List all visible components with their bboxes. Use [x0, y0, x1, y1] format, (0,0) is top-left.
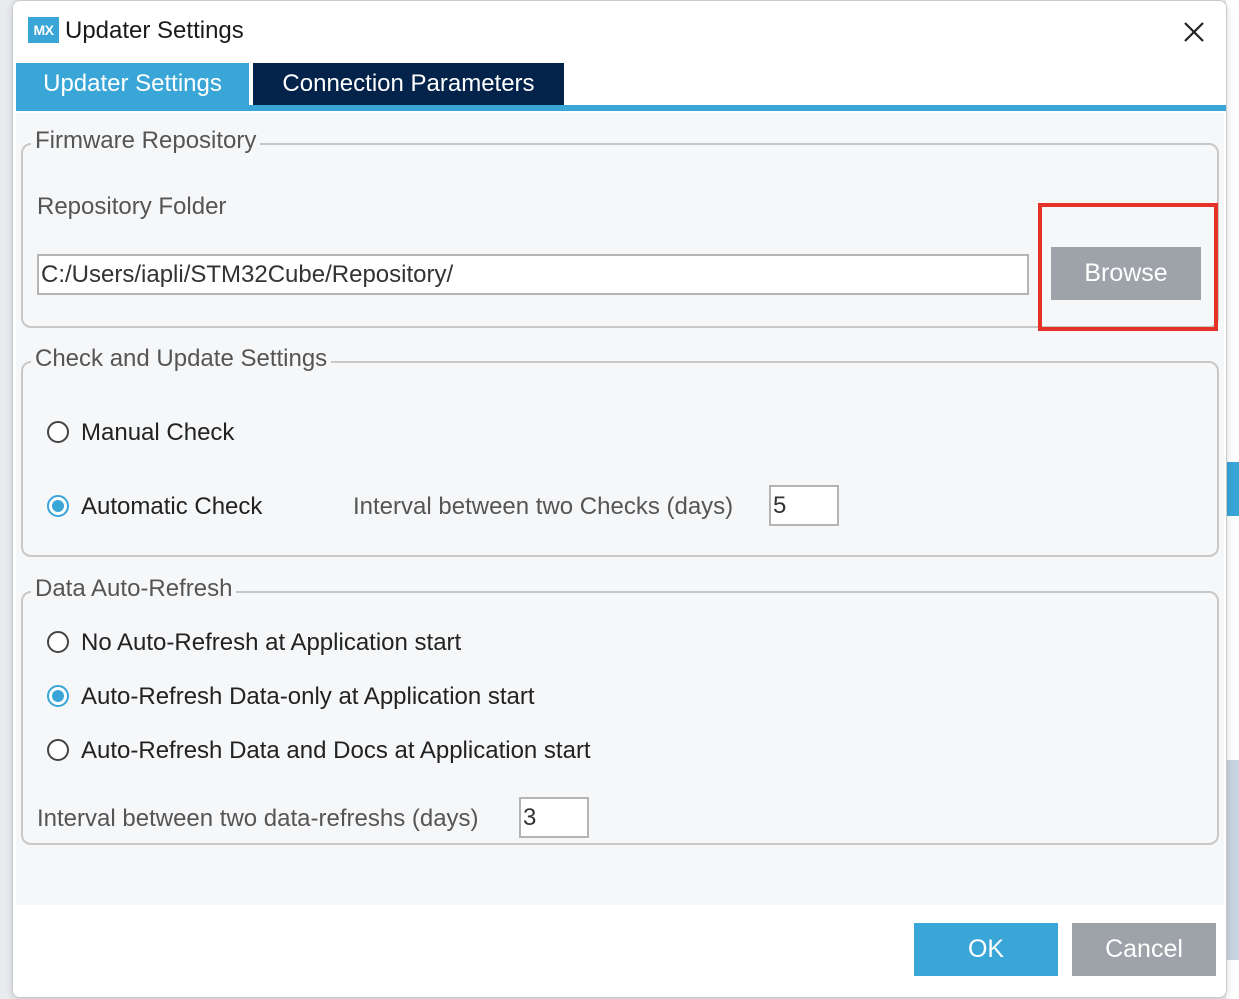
tab-updater-settings[interactable]: Updater Settings [16, 63, 249, 105]
updater-settings-dialog: MX Updater Settings Updater Settings Con… [12, 0, 1227, 998]
auto-refresh-data-only-label: Auto-Refresh Data-only at Application st… [81, 683, 535, 710]
tab-underline [16, 105, 1226, 111]
dialog-footer: OK Cancel [13, 905, 1226, 997]
repository-folder-label: Repository Folder [37, 193, 227, 220]
cancel-button[interactable]: Cancel [1072, 923, 1216, 976]
firmware-repository-legend: Firmware Repository [31, 127, 261, 155]
refresh-interval-label: Interval between two data-refreshs (days… [37, 805, 479, 832]
check-interval-label: Interval between two Checks (days) [353, 493, 734, 520]
automatic-check-radio[interactable] [47, 495, 69, 517]
auto-refresh-data-only-radio[interactable] [47, 685, 69, 707]
close-icon [1184, 22, 1204, 42]
dialog-title: Updater Settings [65, 17, 244, 44]
auto-refresh-data-docs-label: Auto-Refresh Data and Docs at Applicatio… [81, 737, 591, 764]
title-bar: MX Updater Settings [13, 1, 1226, 59]
manual-check-radio[interactable] [47, 421, 69, 443]
refresh-interval-input[interactable] [519, 797, 589, 838]
browse-highlight-box [1038, 203, 1218, 331]
background-thumbnail [1226, 760, 1239, 960]
manual-check-label: Manual Check [81, 419, 235, 446]
no-auto-refresh-label: No Auto-Refresh at Application start [81, 629, 462, 656]
check-update-settings-legend: Check and Update Settings [31, 345, 332, 373]
automatic-check-label: Automatic Check [81, 493, 263, 520]
check-update-settings-group: Check and Update Settings Manual Check A… [21, 345, 1219, 557]
check-interval-input[interactable] [769, 485, 839, 526]
no-auto-refresh-radio[interactable] [47, 631, 69, 653]
tab-connection-parameters[interactable]: Connection Parameters [253, 63, 564, 105]
background-accent-strip [1226, 462, 1239, 516]
data-auto-refresh-legend: Data Auto-Refresh [31, 575, 237, 603]
repository-folder-input[interactable] [37, 254, 1029, 295]
mx-logo-icon: MX [28, 17, 59, 43]
auto-refresh-data-docs-radio[interactable] [47, 739, 69, 761]
data-auto-refresh-group: Data Auto-Refresh No Auto-Refresh at App… [21, 575, 1219, 845]
ok-button[interactable]: OK [914, 923, 1058, 976]
settings-content: Firmware Repository Repository Folder Br… [16, 113, 1224, 905]
background-window [1226, 0, 1239, 999]
close-button[interactable] [1175, 13, 1213, 51]
